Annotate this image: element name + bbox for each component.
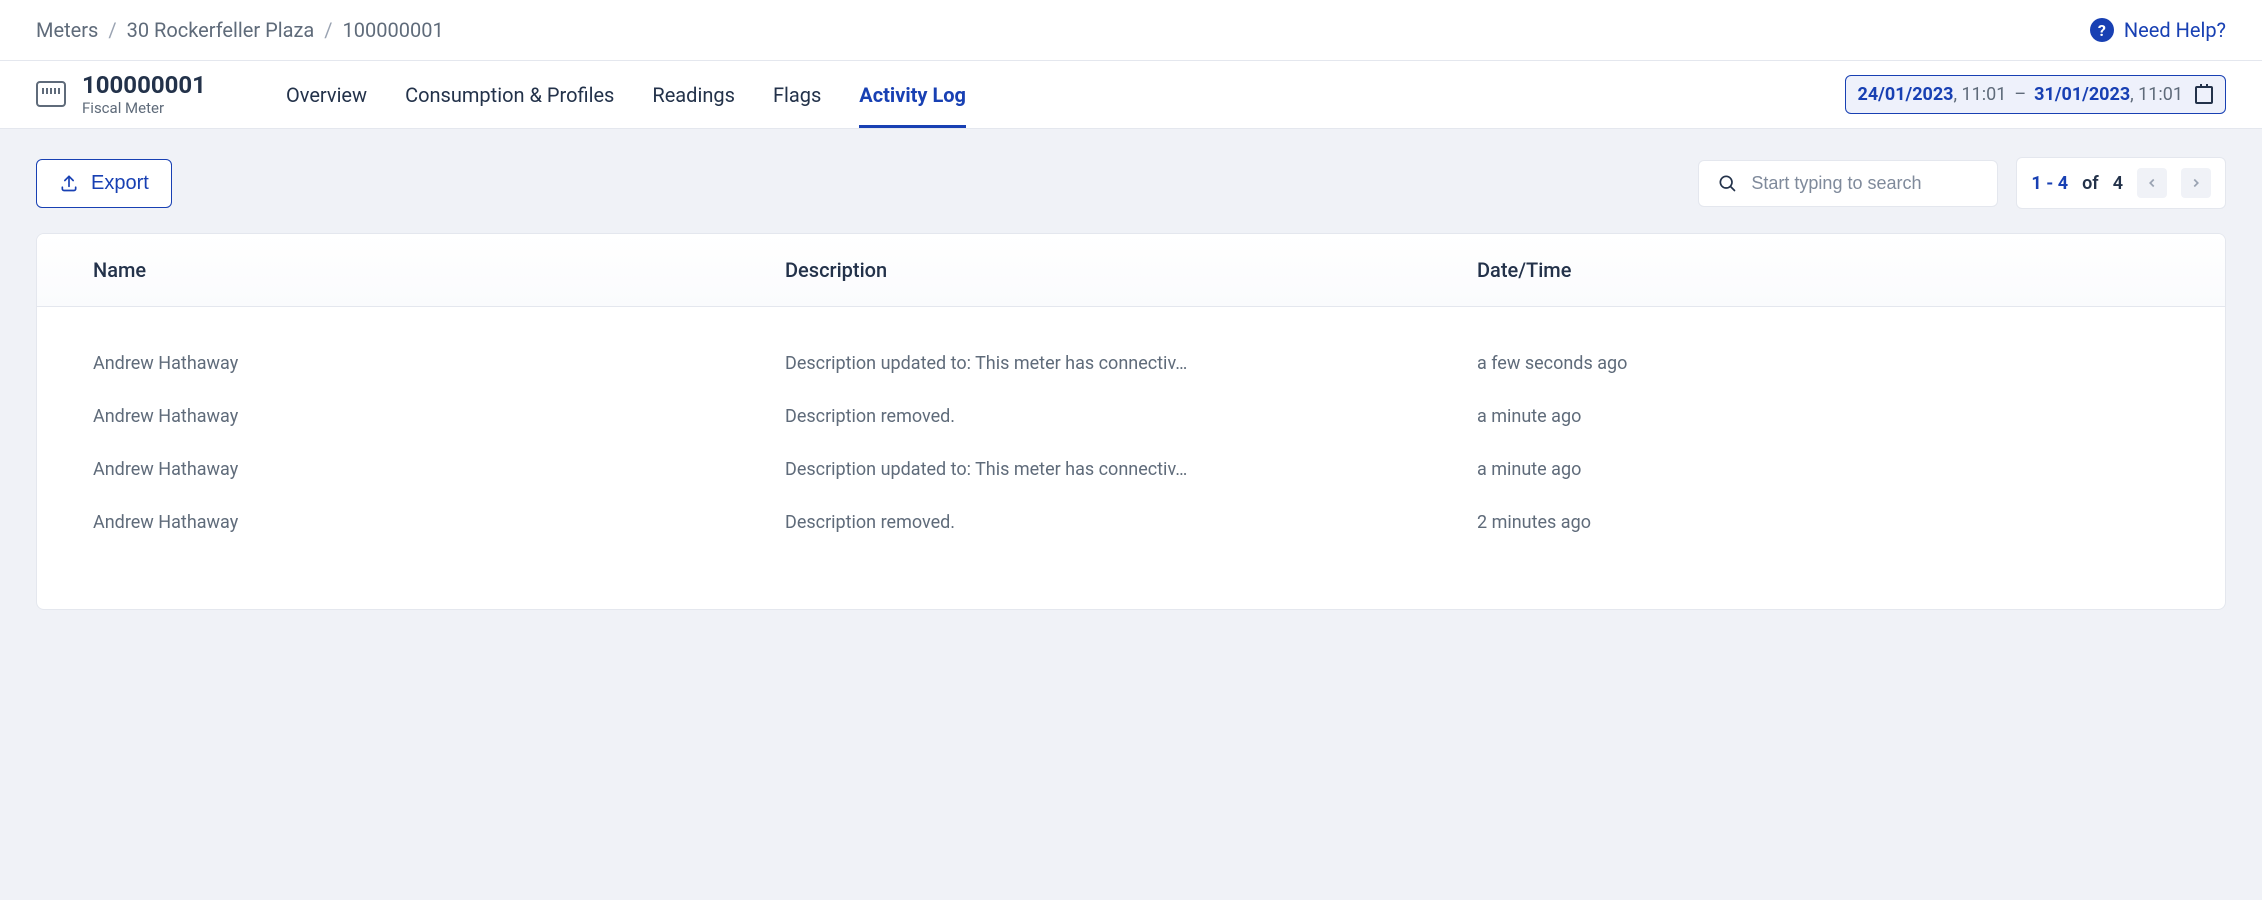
help-label: Need Help? bbox=[2124, 18, 2226, 42]
table-row[interactable]: Andrew Hathaway Description removed. a m… bbox=[93, 390, 2169, 443]
time-from: , bbox=[1954, 84, 1962, 105]
export-icon bbox=[59, 173, 79, 193]
date-from: 24/01/2023 bbox=[1858, 84, 1954, 105]
breadcrumb-separator: / bbox=[108, 18, 116, 42]
table-header: Name Description Date/Time bbox=[37, 234, 2225, 307]
breadcrumb-location[interactable]: 30 Rockerfeller Plaza bbox=[127, 18, 315, 42]
cell-name: Andrew Hathaway bbox=[93, 353, 785, 374]
cell-description: Description removed. bbox=[785, 512, 1477, 533]
search-box[interactable] bbox=[1698, 160, 1998, 207]
tab-consumption-profiles[interactable]: Consumption & Profiles bbox=[405, 61, 614, 128]
tabs: Overview Consumption & Profiles Readings… bbox=[286, 61, 1815, 128]
table-body: Andrew Hathaway Description updated to: … bbox=[37, 307, 2225, 609]
cell-description: Description removed. bbox=[785, 406, 1477, 427]
cell-description: Description updated to: This meter has c… bbox=[785, 459, 1477, 480]
tab-readings[interactable]: Readings bbox=[652, 61, 735, 128]
pagination-prev-button[interactable] bbox=[2137, 168, 2167, 198]
header-row: 100000001 Fiscal Meter Overview Consumpt… bbox=[0, 61, 2262, 129]
toolbar: Export 1 - 4 of 4 bbox=[36, 157, 2226, 209]
table-row[interactable]: Andrew Hathaway Description updated to: … bbox=[93, 337, 2169, 390]
breadcrumbs: Meters / 30 Rockerfeller Plaza / 1000000… bbox=[36, 18, 444, 42]
cell-datetime: 2 minutes ago bbox=[1477, 512, 2169, 533]
column-datetime[interactable]: Date/Time bbox=[1477, 258, 2169, 282]
tab-activity-log[interactable]: Activity Log bbox=[859, 61, 966, 128]
meter-title: 100000001 bbox=[82, 72, 206, 98]
tab-overview[interactable]: Overview bbox=[286, 61, 367, 128]
cell-name: Andrew Hathaway bbox=[93, 459, 785, 480]
pagination-next-button[interactable] bbox=[2181, 168, 2211, 198]
top-bar: Meters / 30 Rockerfeller Plaza / 1000000… bbox=[0, 0, 2262, 61]
help-link[interactable]: ? Need Help? bbox=[2090, 18, 2226, 42]
search-icon bbox=[1717, 173, 1737, 193]
meter-block: 100000001 Fiscal Meter bbox=[36, 72, 256, 116]
column-description[interactable]: Description bbox=[785, 258, 1477, 282]
table-row[interactable]: Andrew Hathaway Description removed. 2 m… bbox=[93, 496, 2169, 549]
table-row[interactable]: Andrew Hathaway Description updated to: … bbox=[93, 443, 2169, 496]
cell-datetime: a minute ago bbox=[1477, 459, 2169, 480]
calendar-icon bbox=[2195, 86, 2213, 104]
cell-name: Andrew Hathaway bbox=[93, 512, 785, 533]
meter-icon bbox=[36, 81, 66, 107]
pagination-total: 4 bbox=[2113, 173, 2123, 194]
pagination-range: 1 - 4 bbox=[2031, 173, 2068, 194]
search-input[interactable] bbox=[1751, 173, 1983, 194]
date-range-picker[interactable]: 24/01/2023, 11:01 – 31/01/2023, 11:01 bbox=[1845, 75, 2226, 114]
date-to: 31/01/2023 bbox=[2034, 84, 2130, 105]
cell-description: Description updated to: This meter has c… bbox=[785, 353, 1477, 374]
breadcrumb-separator: / bbox=[324, 18, 332, 42]
column-name[interactable]: Name bbox=[93, 258, 785, 282]
content: Export 1 - 4 of 4 bbox=[0, 129, 2262, 638]
meter-subtitle: Fiscal Meter bbox=[82, 99, 206, 117]
activity-log-table: Name Description Date/Time Andrew Hathaw… bbox=[36, 233, 2226, 610]
export-button[interactable]: Export bbox=[36, 159, 172, 208]
pagination: 1 - 4 of 4 bbox=[2016, 157, 2226, 209]
cell-name: Andrew Hathaway bbox=[93, 406, 785, 427]
date-range-separator: – bbox=[2014, 84, 2026, 105]
cell-datetime: a few seconds ago bbox=[1477, 353, 2169, 374]
cell-datetime: a minute ago bbox=[1477, 406, 2169, 427]
right-tools: 1 - 4 of 4 bbox=[1698, 157, 2226, 209]
breadcrumb-current: 100000001 bbox=[343, 18, 444, 42]
export-label: Export bbox=[91, 172, 149, 195]
breadcrumb-meters[interactable]: Meters bbox=[36, 18, 98, 42]
pagination-of: of bbox=[2082, 173, 2099, 194]
help-icon: ? bbox=[2090, 18, 2114, 42]
tab-flags[interactable]: Flags bbox=[773, 61, 821, 128]
time-to: 11:01 bbox=[2138, 84, 2183, 105]
